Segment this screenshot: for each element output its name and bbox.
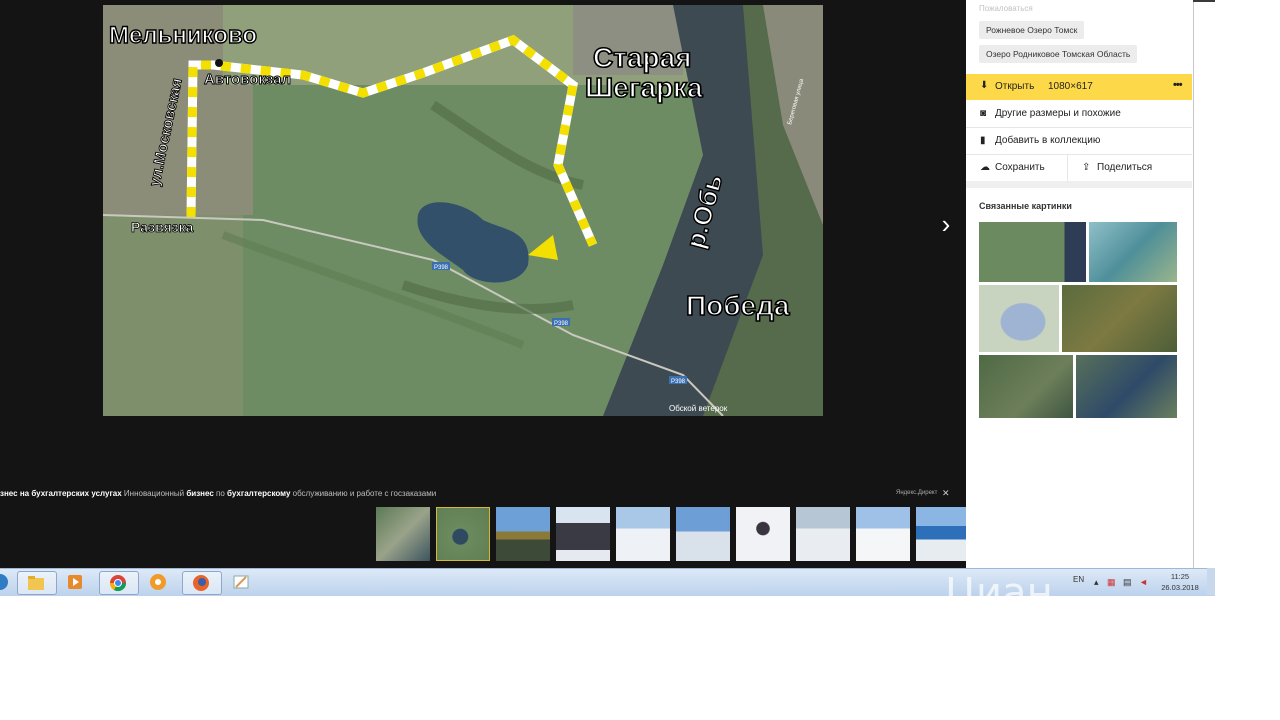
bookmark-icon: ▮ <box>980 135 986 146</box>
share-label: Поделиться <box>1097 162 1153 173</box>
other-sizes-button[interactable]: ◙ Другие размеры и похожие <box>966 101 1192 128</box>
ad-text[interactable]: знес на бухгалтерских услугах Инновацион… <box>0 489 900 498</box>
thumbnail-2[interactable] <box>436 507 490 561</box>
share-button[interactable]: ⇪ Поделиться <box>1068 155 1192 182</box>
share-icon: ⇪ <box>1082 162 1091 173</box>
label-staraya: Старая <box>593 42 692 73</box>
add-collection-label: Добавить в коллекцию <box>995 135 1101 146</box>
thumbnail-1[interactable] <box>376 507 430 561</box>
label-razvyazka: Развязка <box>131 219 194 235</box>
media-player-icon <box>68 575 82 589</box>
thumbnail-8[interactable] <box>796 507 850 561</box>
thumbnail-3[interactable] <box>496 507 550 561</box>
taskbar-settings[interactable] <box>140 571 178 593</box>
label-pobeda: Победа <box>686 290 790 321</box>
clock[interactable]: 11:25 26.03.2018 <box>1160 571 1200 593</box>
side-panel: Пожаловаться Рожневое Озеро Томск Озеро … <box>966 0 1194 568</box>
related-title: Связанные картинки <box>979 201 1072 211</box>
folder-icon <box>28 576 44 590</box>
taskbar-firefox[interactable] <box>182 571 222 595</box>
save-button[interactable]: ☁ Сохранить <box>966 155 1068 182</box>
ad-part6: обслуживанию и работе с госзаказами <box>290 489 437 498</box>
language-indicator[interactable]: EN <box>1073 575 1084 584</box>
thumbnail-4[interactable] <box>556 507 610 561</box>
related-image-4[interactable] <box>1062 285 1177 352</box>
road-sign-1: Р398 <box>434 265 449 271</box>
taskbar-explorer[interactable] <box>17 571 57 595</box>
related-image-1[interactable] <box>979 222 1086 282</box>
main-image[interactable]: Мельниково Автовокзал ул.Московская Разв… <box>103 5 823 416</box>
taskbar-media-player[interactable] <box>57 571 95 593</box>
cloud-icon: ☁ <box>980 162 990 173</box>
tag-rodnikovoe[interactable]: Озеро Родниковое Томская Область <box>979 45 1138 63</box>
label-shegarka: Шегарка <box>585 72 703 103</box>
tray-arrow-icon[interactable]: ▴ <box>1094 577 1099 588</box>
related-image-3[interactable] <box>979 285 1059 352</box>
ad-part5: бухгалтерскому <box>227 489 291 498</box>
add-collection-button[interactable]: ▮ Добавить в коллекцию <box>966 128 1192 155</box>
open-button[interactable]: ⬇ Открыть 1080×617 ••• <box>966 74 1192 100</box>
start-icon <box>0 574 8 590</box>
tray-network-icon[interactable]: ▦ <box>1107 577 1116 588</box>
related-image-5[interactable] <box>979 355 1073 418</box>
show-desktop-button[interactable] <box>1207 568 1215 595</box>
tray-volume-icon[interactable]: ◄ <box>1139 577 1148 587</box>
satellite-map: Мельниково Автовокзал ул.Московская Разв… <box>103 5 823 416</box>
thumbnail-6[interactable] <box>676 507 730 561</box>
label-avtovokzal: Автовокзал <box>204 71 291 88</box>
complain-link[interactable]: Пожаловаться <box>979 4 1033 13</box>
ad-part1: знес на бухгалтерских услугах <box>0 489 122 498</box>
tag-rozhnevoe[interactable]: Рожневое Озеро Томск <box>979 21 1085 39</box>
panel-top-edge <box>1193 0 1215 2</box>
ad-part2: Инновационный <box>121 489 187 498</box>
clock-date: 26.03.2018 <box>1161 583 1199 592</box>
ad-tag[interactable]: Яндекс.Директ <box>896 490 937 496</box>
thumbnail-10[interactable] <box>916 507 966 561</box>
taskbar-chrome[interactable] <box>99 571 139 595</box>
more-icon[interactable]: ••• <box>1173 79 1183 91</box>
paint-icon <box>233 575 249 589</box>
map-copyright: Обской ветерок <box>669 404 728 413</box>
taskbar-paint[interactable] <box>223 571 261 593</box>
thumbnail-5[interactable] <box>616 507 670 561</box>
firefox-icon <box>193 575 209 591</box>
road-sign-3: Р398 <box>671 379 686 385</box>
ad-part3: бизнес <box>186 489 214 498</box>
open-size: 1080×617 <box>1048 81 1093 92</box>
thumbnail-9[interactable] <box>856 507 910 561</box>
camera-icon: ◙ <box>980 108 987 119</box>
chevron-right-icon[interactable]: › <box>934 210 958 238</box>
watermark-text: Циан <box>945 570 1053 616</box>
download-icon: ⬇ <box>980 80 989 91</box>
ad-part4: по <box>213 489 228 498</box>
related-image-2[interactable] <box>1089 222 1177 282</box>
tray-monitor-icon[interactable]: ▤ <box>1123 577 1132 588</box>
settings-icon <box>150 574 166 590</box>
road-sign-2: Р398 <box>554 321 569 327</box>
open-label: Открыть <box>995 81 1035 92</box>
clock-time: 11:25 <box>1170 572 1190 581</box>
related-image-6[interactable] <box>1076 355 1177 418</box>
close-icon[interactable]: ✕ <box>942 488 950 499</box>
other-sizes-label: Другие размеры и похожие <box>995 108 1121 119</box>
chrome-icon <box>109 575 127 592</box>
image-viewer: Мельниково Автовокзал ул.Московская Разв… <box>0 0 966 568</box>
panel-scroll-edge <box>1193 0 1216 568</box>
save-label: Сохранить <box>995 162 1045 173</box>
thumbnail-7[interactable] <box>736 507 790 561</box>
label-melnikovo: Мельниково <box>109 22 257 49</box>
divider <box>966 181 1192 188</box>
